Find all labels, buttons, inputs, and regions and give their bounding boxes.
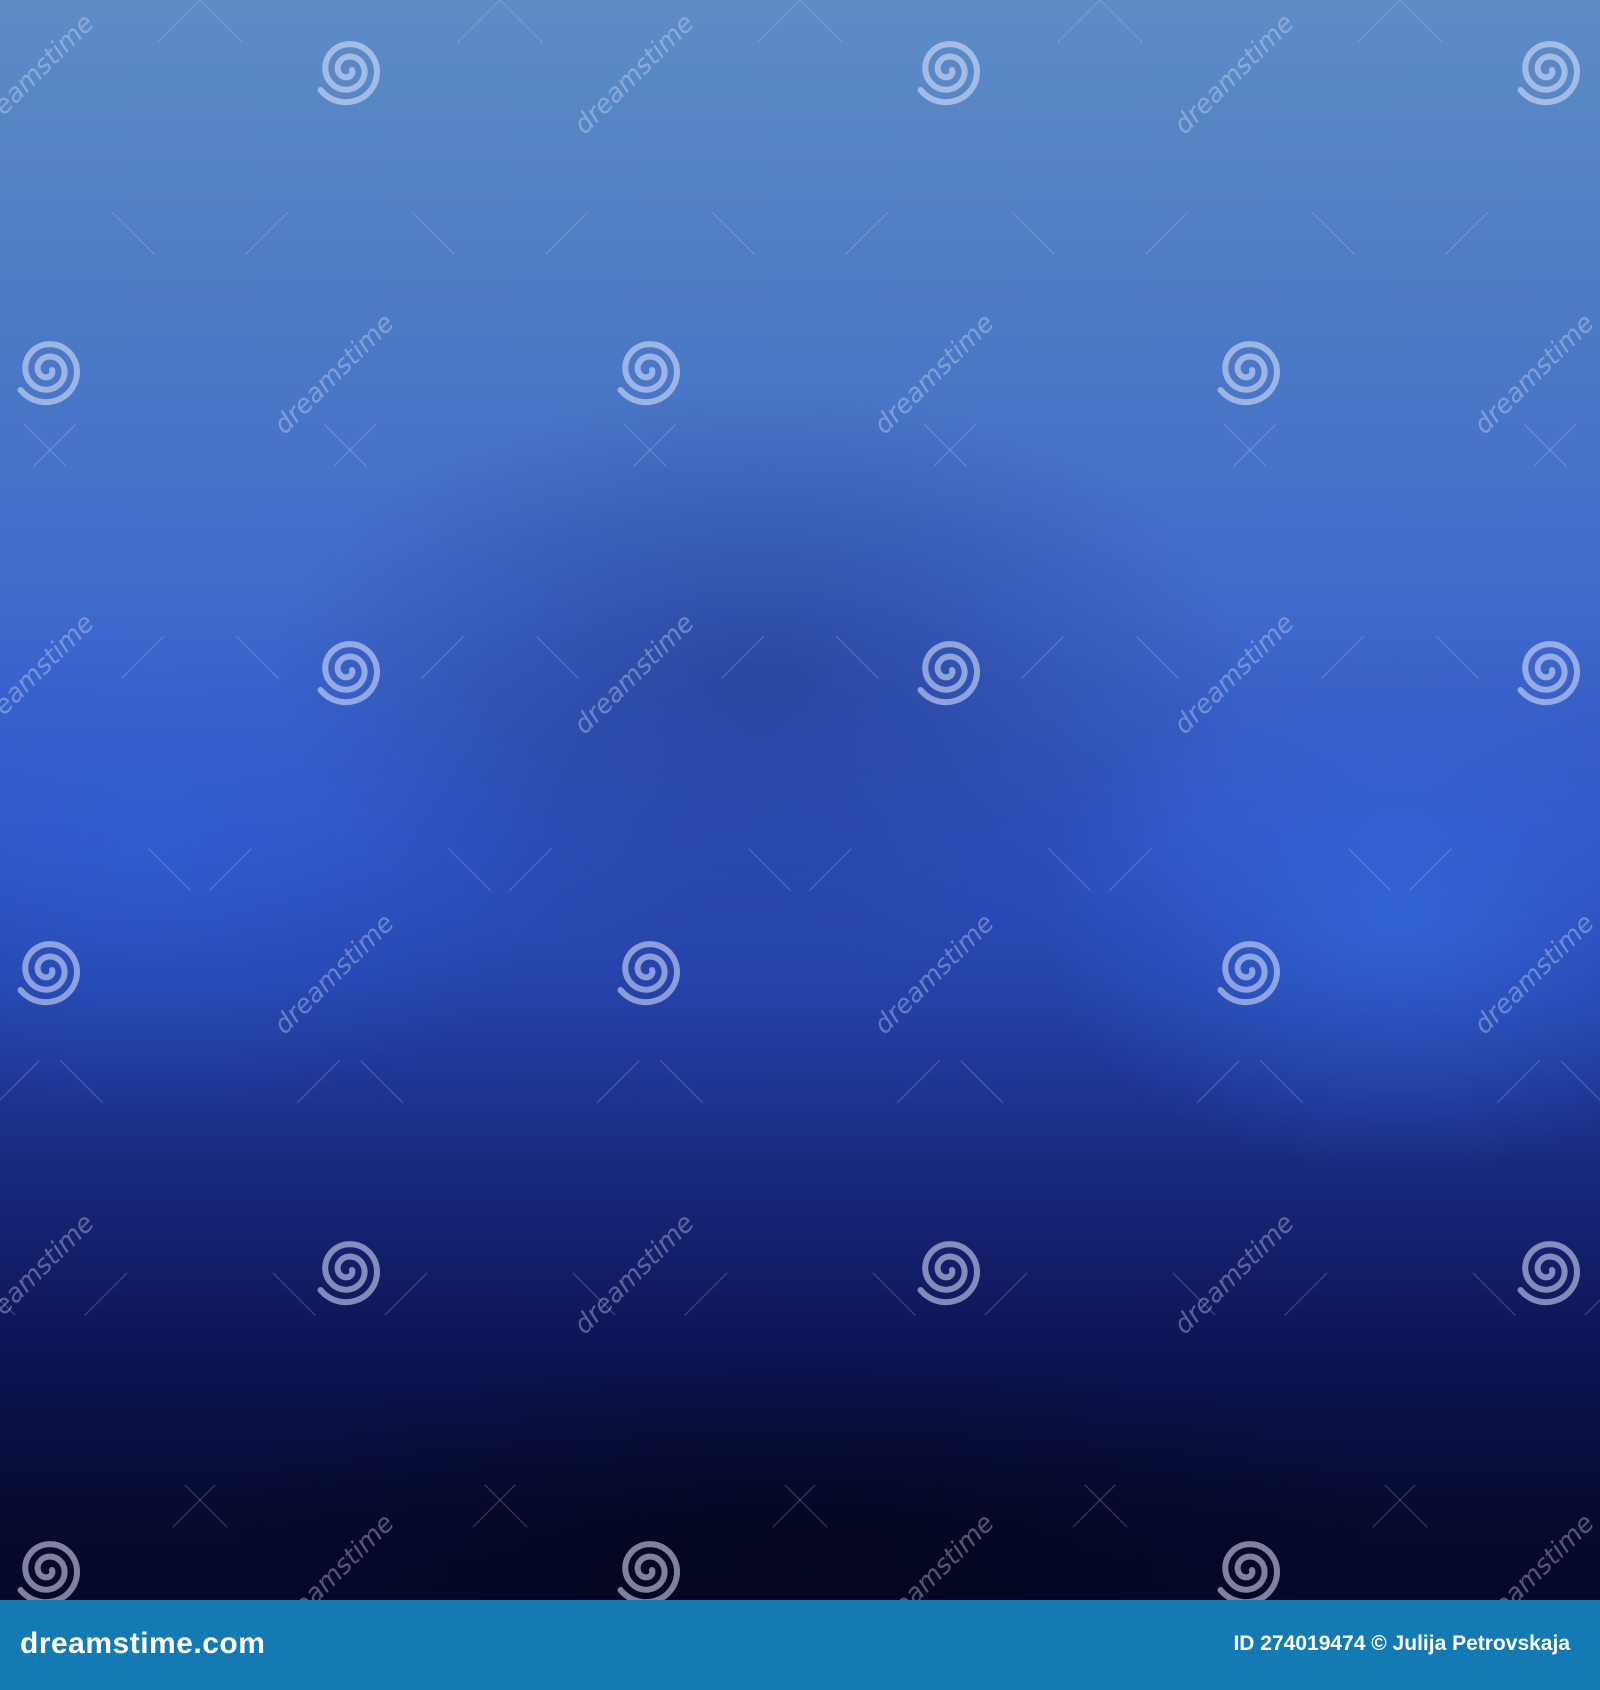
photo-id-credit: ID 274019474 © Julija Petrovskaja <box>1233 1632 1570 1655</box>
site-logo[interactable]: dreamstime.com <box>20 1622 265 1666</box>
gradient-glow-overlay <box>0 0 1600 1600</box>
photo-credit-bar: dreamstime.com ID 274019474 © Julija Pet… <box>0 1600 1600 1690</box>
blue-gradient-photo: dreamstime dreamstime dreamstime dreamstime… <box>0 0 1600 1600</box>
stock-photo-page: dreamstime dreamstime dreamstime dreamstime… <box>0 0 1600 1690</box>
